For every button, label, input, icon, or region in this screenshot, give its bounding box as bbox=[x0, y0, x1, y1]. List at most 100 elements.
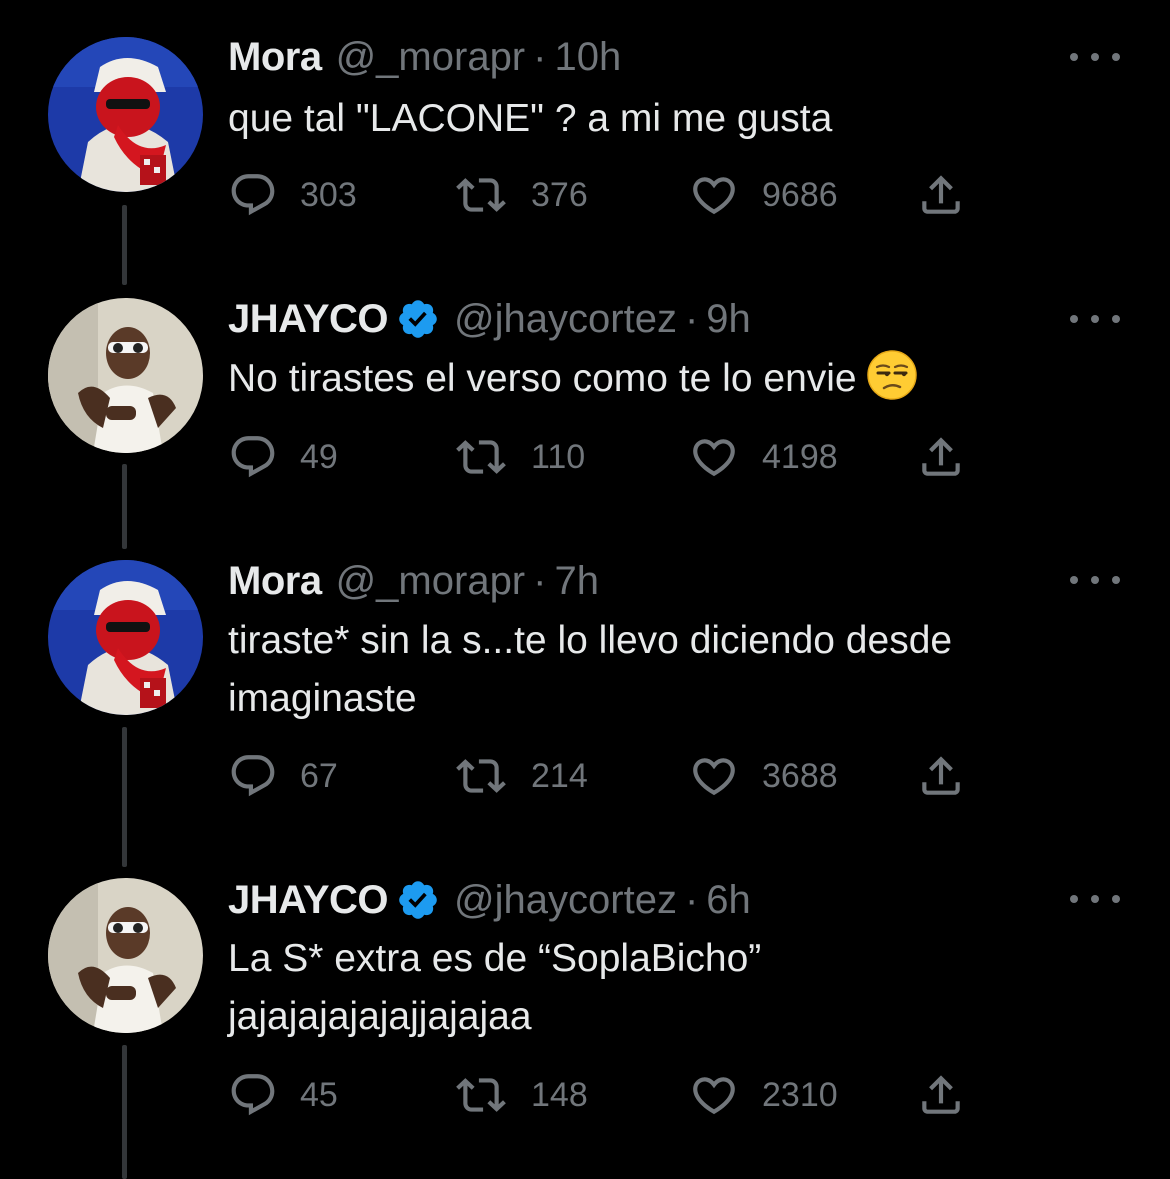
tweet-text-line: No tirastes el verso como te lo envie bbox=[228, 350, 917, 408]
heart-icon bbox=[693, 1077, 735, 1115]
like-button[interactable]: 9686 bbox=[688, 170, 838, 220]
tweet-header: Mora @_morapr · 10h bbox=[228, 32, 621, 82]
share-button[interactable] bbox=[916, 170, 966, 220]
more-options-button[interactable] bbox=[1070, 45, 1120, 69]
more-icon-dot bbox=[1112, 576, 1120, 584]
retweet-count: 148 bbox=[531, 1075, 588, 1114]
tweet-text: La S* extra es de “SoplaBicho” jajajajaj… bbox=[228, 930, 761, 1046]
action-bar: 45 148 2310 bbox=[228, 1070, 988, 1120]
heart-icon bbox=[693, 177, 735, 215]
more-icon-dot bbox=[1070, 53, 1078, 61]
tweet-text-line: jajajajajajajjajajaa bbox=[228, 995, 532, 1038]
tweet-text-line: tiraste* sin la s...te lo llevo diciendo… bbox=[228, 619, 953, 662]
jhayco-avatar-image bbox=[48, 298, 203, 453]
more-icon-dot bbox=[1091, 576, 1099, 584]
avatar[interactable] bbox=[48, 878, 203, 1033]
display-name[interactable]: Mora bbox=[228, 559, 322, 604]
more-options-button[interactable] bbox=[1070, 887, 1120, 911]
retweet-button[interactable]: 148 bbox=[453, 1070, 588, 1120]
timestamp[interactable]: 6h bbox=[706, 878, 751, 923]
tweet-header: Mora @_morapr · 7h bbox=[228, 556, 599, 606]
tweet-text-line: que tal "LACONE" ? a mi me gusta bbox=[228, 97, 833, 140]
avatar[interactable] bbox=[48, 298, 203, 453]
separator-dot: · bbox=[533, 558, 547, 603]
reply-count: 45 bbox=[300, 1075, 338, 1114]
more-icon-dot bbox=[1070, 895, 1078, 903]
more-options-button[interactable] bbox=[1070, 568, 1120, 592]
heart-icon bbox=[693, 439, 735, 477]
retweet-button[interactable]: 110 bbox=[453, 432, 585, 482]
reply-icon bbox=[231, 436, 275, 478]
retweet-button[interactable]: 376 bbox=[453, 170, 588, 220]
share-icon bbox=[922, 437, 960, 476]
reply-button[interactable]: 49 bbox=[228, 432, 338, 482]
tweet-thread: Mora @_morapr · 10h que tal "LACONE" ? a… bbox=[0, 0, 1170, 1179]
verified-badge-icon bbox=[399, 881, 437, 919]
user-handle[interactable]: @jhaycortez bbox=[454, 878, 677, 923]
reply-button[interactable]: 45 bbox=[228, 1070, 338, 1120]
tweet-text: que tal "LACONE" ? a mi me gusta bbox=[228, 90, 832, 148]
tweet-text: No tirastes el verso como te lo envie bbox=[228, 350, 917, 408]
share-button[interactable] bbox=[916, 432, 966, 482]
mora-avatar-image bbox=[48, 37, 203, 192]
more-icon-dot bbox=[1091, 53, 1099, 61]
reply-button[interactable]: 67 bbox=[228, 751, 338, 801]
reply-button[interactable]: 303 bbox=[228, 170, 357, 220]
mora-avatar-image bbox=[48, 560, 203, 715]
user-handle[interactable]: @_morapr bbox=[336, 35, 526, 80]
display-name[interactable]: JHAYCO bbox=[228, 878, 389, 923]
retweet-count: 214 bbox=[531, 756, 588, 795]
share-button[interactable] bbox=[916, 1070, 966, 1120]
display-name[interactable]: JHAYCO bbox=[228, 297, 389, 342]
user-handle[interactable]: @jhaycortez bbox=[454, 297, 677, 342]
thread-connector bbox=[122, 1045, 127, 1179]
more-icon-dot bbox=[1091, 895, 1099, 903]
action-bar: 49 110 4198 bbox=[228, 432, 988, 482]
more-icon-dot bbox=[1112, 895, 1120, 903]
reply-icon bbox=[231, 1074, 275, 1116]
like-count: 2310 bbox=[762, 1075, 838, 1114]
more-icon-dot bbox=[1070, 576, 1078, 584]
like-count: 4198 bbox=[762, 437, 838, 476]
reply-count: 303 bbox=[300, 175, 357, 214]
user-handle[interactable]: @_morapr bbox=[336, 559, 526, 604]
reply-icon bbox=[231, 755, 275, 797]
like-button[interactable]: 3688 bbox=[688, 751, 838, 801]
jhayco-avatar-image bbox=[48, 878, 203, 1033]
retweet-icon bbox=[456, 759, 506, 793]
tweet-header: JHAYCO @jhaycortez · 6h bbox=[228, 875, 751, 925]
tweet[interactable]: Mora @_morapr · 7h tiraste* sin la s...t… bbox=[0, 524, 1170, 867]
more-icon-dot bbox=[1112, 315, 1120, 323]
reply-count: 49 bbox=[300, 437, 338, 476]
timestamp[interactable]: 9h bbox=[706, 297, 751, 342]
like-count: 3688 bbox=[762, 756, 838, 795]
tweet[interactable]: Mora @_morapr · 10h que tal "LACONE" ? a… bbox=[0, 0, 1170, 285]
tweet-text-segment: No tirastes el verso como te lo envie bbox=[228, 357, 857, 400]
more-icon-dot bbox=[1070, 315, 1078, 323]
tweet[interactable]: JHAYCO @jhaycortez · 9h No tirastes el v… bbox=[0, 262, 1170, 549]
share-icon bbox=[922, 175, 960, 214]
share-button[interactable] bbox=[916, 751, 966, 801]
more-options-button[interactable] bbox=[1070, 307, 1120, 331]
retweet-icon bbox=[456, 440, 506, 474]
share-icon bbox=[922, 756, 960, 795]
display-name[interactable]: Mora bbox=[228, 35, 322, 80]
tweet-text-line: imaginaste bbox=[228, 677, 417, 720]
avatar[interactable] bbox=[48, 560, 203, 715]
like-count: 9686 bbox=[762, 175, 838, 214]
timestamp[interactable]: 7h bbox=[554, 559, 599, 604]
reply-count: 67 bbox=[300, 756, 338, 795]
retweet-count: 110 bbox=[531, 437, 586, 476]
action-bar: 303 376 9686 bbox=[228, 170, 988, 220]
tweet-header: JHAYCO @jhaycortez · 9h bbox=[228, 294, 751, 344]
like-button[interactable]: 2310 bbox=[688, 1070, 838, 1120]
separator-dot: · bbox=[684, 296, 699, 341]
more-icon-dot bbox=[1112, 53, 1120, 61]
retweet-button[interactable]: 214 bbox=[453, 751, 588, 801]
like-button[interactable]: 4198 bbox=[688, 432, 838, 482]
timestamp[interactable]: 10h bbox=[554, 35, 621, 80]
tweet[interactable]: JHAYCO @jhaycortez · 6h La S* extra es d… bbox=[0, 842, 1170, 1179]
avatar[interactable] bbox=[48, 37, 203, 192]
verified-badge-icon bbox=[399, 300, 437, 338]
more-icon-dot bbox=[1091, 315, 1099, 323]
